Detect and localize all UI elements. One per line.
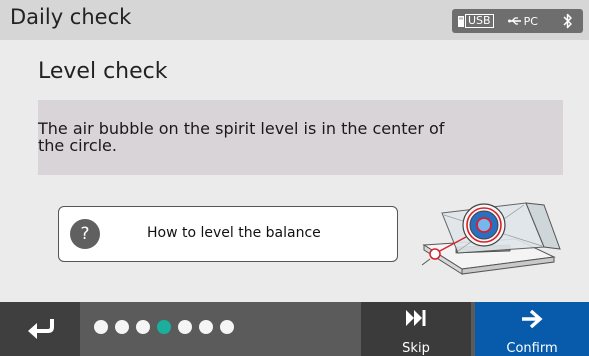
bluetooth-icon	[563, 13, 572, 29]
usb-label: USB	[465, 14, 494, 28]
help-button-label: How to level the balance	[147, 225, 321, 241]
skip-forward-icon	[406, 310, 426, 326]
step-progress-indicator	[94, 320, 234, 334]
progress-dot	[136, 320, 150, 334]
skip-label: Skip	[402, 341, 430, 356]
confirm-button[interactable]: Confirm	[475, 302, 589, 356]
progress-dot-active	[157, 320, 171, 334]
usb-status: USB	[458, 14, 494, 28]
return-arrow-icon	[28, 319, 54, 339]
section-heading: Level check	[38, 59, 168, 84]
header-bar: Daily check USB PC	[0, 0, 589, 40]
progress-dot	[220, 320, 234, 334]
usb-connection-icon	[507, 17, 521, 25]
progress-dot	[94, 320, 108, 334]
progress-dot	[199, 320, 213, 334]
confirm-label: Confirm	[506, 341, 558, 356]
help-question-icon: ?	[70, 219, 100, 249]
arrow-right-icon	[522, 309, 543, 329]
pc-status: PC	[507, 14, 538, 28]
progress-dot	[178, 320, 192, 334]
back-button[interactable]	[0, 302, 80, 356]
instruction-text: The air bubble on the spirit level is in…	[38, 119, 445, 155]
page-title: Daily check	[10, 5, 132, 29]
how-to-level-button[interactable]: ? How to level the balance	[58, 206, 398, 262]
progress-dot	[115, 320, 129, 334]
skip-button[interactable]: Skip	[361, 302, 471, 356]
pc-label: PC	[523, 14, 538, 28]
balance-illustration	[421, 202, 561, 275]
connection-status-bar: USB PC	[452, 9, 583, 33]
instruction-panel: The air bubble on the spirit level is in…	[38, 100, 563, 175]
usb-drive-icon	[458, 15, 464, 27]
footer-bar: Skip Confirm	[0, 302, 589, 356]
